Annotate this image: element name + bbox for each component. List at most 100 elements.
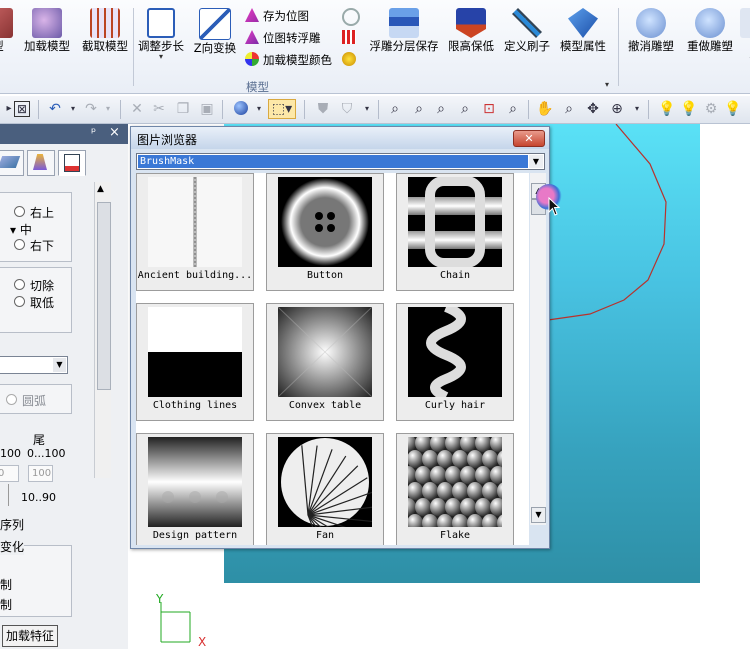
category-combo[interactable]: BrushMask ▼ [136, 153, 545, 170]
zoom-in-icon[interactable]: ⌕ [432, 100, 450, 118]
thumbnail-tile[interactable]: Button [266, 173, 384, 291]
ribbon-button-0[interactable]: 型 [0, 6, 18, 53]
brush-icon [33, 154, 47, 170]
view-orient-icon[interactable]: ⊕ [608, 100, 626, 118]
ribbon-button-1[interactable]: 加载模型 [20, 6, 74, 53]
ribbon-button-label: 加载模型 [24, 39, 70, 53]
image-browser-dialog: 图片浏览器 ✕ BrushMask ▼ Ancient building... B… [130, 126, 550, 549]
undo-icon[interactable]: ↶ [46, 100, 64, 118]
ribbon-button-8[interactable]: 模型属性 [556, 6, 610, 53]
close-icon[interactable]: × [109, 125, 120, 140]
model-partial-icon [0, 8, 13, 38]
sphere-icon[interactable] [232, 100, 250, 118]
dialog-titlebar[interactable]: 图片浏览器 ✕ [131, 127, 549, 149]
scroll-up-icon[interactable]: ▲ [97, 184, 104, 194]
tab-eraser[interactable] [0, 150, 24, 176]
thumbnail-caption: Convex table [288, 400, 362, 411]
left-panel-select[interactable]: ▼ [0, 356, 68, 374]
light-settings-icon[interactable]: ⚙ [702, 100, 720, 118]
radio-cut[interactable]: 切除 [14, 277, 54, 294]
box-view-icon[interactable]: ⬚▾ [268, 99, 296, 119]
zoom-out-icon[interactable]: ⌕ [410, 100, 428, 118]
pan-hand-icon[interactable]: ✋ [536, 100, 554, 118]
refresh-icon[interactable] [342, 8, 360, 26]
tab-document[interactable] [58, 150, 86, 176]
redo-dropdown-icon[interactable]: ▾ [99, 100, 117, 118]
pin-icon[interactable]: ᵖ [91, 125, 96, 139]
close-icon: ✕ [524, 132, 534, 145]
grid-icon[interactable] [342, 30, 356, 44]
thumbnail-tile[interactable]: Flake [396, 433, 514, 545]
thumbnail-tile[interactable]: Convex table [266, 303, 384, 421]
thumbnail-tile[interactable]: Design pattern [136, 433, 254, 545]
zoom-dynamic-icon[interactable]: ⌕ [560, 100, 578, 118]
radio-take-low[interactable]: 取低 [14, 294, 54, 311]
scroll-down-icon[interactable]: ▼ [531, 507, 546, 523]
end-value-field[interactable]: 100 [28, 465, 53, 482]
zoom-rotate-icon[interactable]: ⌕ [504, 100, 522, 118]
chevron-down-icon[interactable]: ▾ [134, 53, 188, 61]
shield-alt-icon[interactable]: ⛉ [338, 100, 356, 118]
ribbon-button-6[interactable]: 限高保低 [444, 6, 498, 53]
chevron-down-icon[interactable]: ▼ [53, 358, 66, 372]
save-bitmap-button[interactable]: 存为位图 [245, 8, 309, 28]
copy-icon[interactable]: ❐ [174, 100, 192, 118]
zoom-previous-icon[interactable]: ⌕ [456, 100, 474, 118]
ribbon-button-7[interactable]: 定义刷子 [500, 6, 554, 53]
ribbon-button-9[interactable]: 撤消雕塑 [624, 6, 678, 53]
thumbnail-tile[interactable]: Chain [396, 173, 514, 291]
shield-dropdown-icon[interactable]: ▾ [358, 100, 376, 118]
thumbnail-caption: Design pattern [152, 530, 238, 541]
thumbnail-tile[interactable]: Ancient building... [136, 173, 254, 291]
thumbnail-tile[interactable]: Clothing lines [136, 303, 254, 421]
left-panel-scrollbar[interactable]: ▲ [94, 182, 111, 478]
dialog-close-button[interactable]: ✕ [513, 130, 545, 147]
rotate-view-icon[interactable]: ✥ [584, 100, 602, 118]
chevron-down-icon[interactable]: ▼ [529, 155, 543, 168]
sphere-dropdown-icon[interactable]: ▾ [250, 100, 268, 118]
select-box-icon[interactable]: ⊠ [14, 101, 30, 117]
scroll-thumb[interactable] [97, 202, 111, 390]
tab-brush[interactable] [27, 150, 55, 176]
ribbon-button-5[interactable]: 浮雕分层保存 [364, 6, 444, 53]
ribbon-button-11[interactable]: 国 动 [740, 6, 750, 66]
load-model-color-button[interactable]: 加载模型颜色 [245, 52, 332, 72]
light-off-icon[interactable]: 💡 [724, 100, 742, 118]
load-feature-button[interactable]: 加载特征 [2, 625, 58, 647]
zoom-fit-icon[interactable]: ⊡ [480, 100, 498, 118]
delete-icon[interactable]: ✕ [128, 100, 146, 118]
light-blue-icon[interactable]: 💡 [658, 100, 676, 118]
ribbon-button-label: 模型属性 [560, 39, 606, 53]
radio-arc[interactable]: 圆弧 [6, 392, 46, 409]
range-10-90-label: 10..90 [21, 491, 56, 504]
shield-icon[interactable]: ⛊ [314, 100, 332, 118]
redo-icon[interactable]: ↷ [82, 100, 100, 118]
bitmap-to-relief-button[interactable]: 位图转浮雕 [245, 30, 321, 50]
start-value-field[interactable]: 0 [0, 465, 19, 482]
ribbon-button-label: 限高保低 [448, 39, 494, 53]
radio-take-low-label: 取低 [30, 296, 55, 310]
radio-center[interactable]: ▾ 中 [10, 221, 32, 238]
thumbnail-tile[interactable]: Fan [266, 433, 384, 545]
group-expand-icon[interactable]: ▾ [605, 80, 609, 89]
thumbnail-image [148, 177, 242, 267]
light-green-icon[interactable]: 💡 [680, 100, 698, 118]
radio-right-top[interactable]: 右上 [14, 204, 54, 221]
radio-right-bottom[interactable]: 右下 [14, 237, 54, 254]
ribbon-button-10[interactable]: 重做雕塑 [683, 6, 737, 53]
ribbon-button-label: 型 [0, 40, 18, 53]
range-label: 0...100 [27, 447, 66, 460]
thumbnail-image [277, 306, 373, 398]
ribbon-button-3[interactable]: 调整步长 ▾ [134, 6, 188, 61]
thumbnail-tile[interactable]: Curly hair [396, 302, 514, 421]
ribbon-button-4[interactable]: Z向变换 [190, 6, 240, 55]
view-dropdown-icon[interactable]: ▾ [628, 100, 646, 118]
zoom-window-icon[interactable]: ⌕ [386, 100, 404, 118]
ribbon-button-2[interactable]: 截取模型 [78, 6, 132, 53]
cut-icon[interactable]: ✂ [150, 100, 168, 118]
undo-dropdown-icon[interactable]: ▾ [64, 100, 82, 118]
load-model-color-label: 加载模型颜色 [263, 53, 332, 67]
paste-icon[interactable]: ▣ [198, 100, 216, 118]
color-ball-icon[interactable] [342, 52, 356, 66]
thumbnail-scrollbar[interactable]: ▲ ▼ [530, 173, 546, 525]
